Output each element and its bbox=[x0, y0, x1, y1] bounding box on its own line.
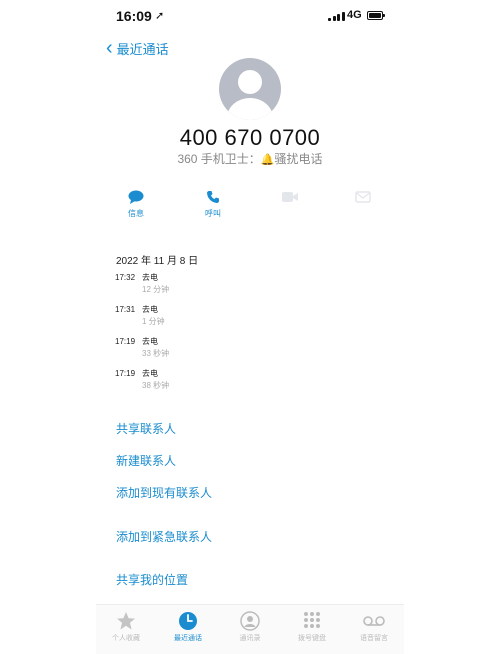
avatar bbox=[219, 58, 281, 120]
tab-voicemail[interactable]: 语音留言 bbox=[349, 611, 399, 643]
tab-bar: 个人收藏 最近通话 通讯录 拨号键盘 语音留言 bbox=[96, 604, 404, 654]
message-label: 信息 bbox=[128, 209, 144, 218]
tab-label: 拨号键盘 bbox=[298, 635, 326, 642]
caller-id-tag: 360 手机卫士：🔔骚扰电话 bbox=[96, 150, 404, 167]
tab-label: 通讯录 bbox=[239, 635, 261, 642]
tab-label: 个人收藏 bbox=[112, 635, 140, 642]
call-duration: 1 分钟 bbox=[142, 317, 165, 326]
phone-number: 400 670 0700 bbox=[179, 125, 321, 150]
tab-keypad[interactable]: 拨号键盘 bbox=[287, 611, 337, 643]
call-time: 17:31 bbox=[115, 305, 136, 314]
call-type: 去电 bbox=[142, 337, 158, 346]
call-time: 17:19 bbox=[115, 369, 136, 378]
contacts-icon bbox=[225, 611, 275, 633]
mail-icon bbox=[343, 190, 383, 206]
star-icon bbox=[101, 611, 151, 633]
call-type: 去电 bbox=[142, 369, 158, 378]
add-to-existing-link[interactable]: 添加到现有联系人 bbox=[116, 484, 212, 501]
tab-label: 语音留言 bbox=[360, 635, 388, 642]
tab-contacts[interactable]: 通讯录 bbox=[225, 611, 275, 643]
keypad-icon bbox=[287, 611, 337, 633]
tab-label: 最近通话 bbox=[174, 635, 202, 642]
chevron-left-icon: ‹ bbox=[106, 37, 113, 59]
call-record: 17:19 去电 38 秒钟 bbox=[115, 368, 169, 390]
share-location-link[interactable]: 共享我的位置 bbox=[116, 571, 188, 588]
call-time: 17:19 bbox=[115, 337, 136, 346]
caller-id-label: 骚扰电话 bbox=[274, 152, 323, 166]
alert-icon: 🔔 bbox=[260, 154, 275, 166]
action-row: 信息 呼叫 bbox=[96, 190, 404, 220]
message-icon bbox=[116, 190, 156, 206]
call-time: 17:32 bbox=[115, 273, 136, 282]
mail-button[interactable] bbox=[343, 190, 383, 208]
call-duration: 33 秒钟 bbox=[142, 349, 170, 358]
call-record: 17:19 去电 33 秒钟 bbox=[115, 336, 169, 358]
caller-id-source: 360 手机卫士： bbox=[177, 152, 261, 166]
video-button[interactable] bbox=[270, 190, 310, 208]
message-button[interactable]: 信息 bbox=[116, 190, 156, 219]
call-record: 17:32 去电 12 分钟 bbox=[115, 272, 169, 294]
call-record: 17:31 去电 1 分钟 bbox=[115, 304, 165, 326]
add-to-emergency-link[interactable]: 添加到紧急联系人 bbox=[116, 528, 212, 545]
phone-icon bbox=[193, 190, 233, 206]
location-arrow-icon: ➚ bbox=[155, 10, 165, 22]
video-icon bbox=[270, 190, 310, 206]
call-type: 去电 bbox=[142, 305, 158, 314]
tab-favorites[interactable]: 个人收藏 bbox=[101, 611, 151, 643]
new-contact-link[interactable]: 新建联系人 bbox=[116, 452, 176, 469]
call-duration: 12 分钟 bbox=[142, 285, 170, 294]
share-contact-link[interactable]: 共享联系人 bbox=[116, 420, 176, 437]
battery-icon bbox=[367, 11, 385, 20]
call-duration: 38 秒钟 bbox=[142, 381, 170, 390]
tab-recents[interactable]: 最近通话 bbox=[163, 611, 213, 643]
call-button[interactable]: 呼叫 bbox=[193, 190, 233, 219]
clock-icon bbox=[163, 611, 213, 633]
history-date: 2022 年 11 月 8 日 bbox=[116, 256, 199, 267]
back-button[interactable]: ‹ 最近通话 bbox=[106, 38, 169, 58]
voicemail-icon bbox=[349, 611, 399, 633]
back-label: 最近通话 bbox=[116, 41, 169, 57]
call-type: 去电 bbox=[142, 273, 158, 282]
network-type: 4G bbox=[347, 9, 362, 21]
signal-strength-icon bbox=[328, 11, 345, 21]
phone-screen: 16:09 ➚ 4G ‹ 最近通话 400 670 0700 360 手机卫士：… bbox=[96, 0, 404, 654]
status-bar: 16:09 ➚ 4G bbox=[96, 8, 404, 28]
status-time: 16:09 bbox=[116, 8, 152, 24]
call-label: 呼叫 bbox=[205, 209, 221, 218]
